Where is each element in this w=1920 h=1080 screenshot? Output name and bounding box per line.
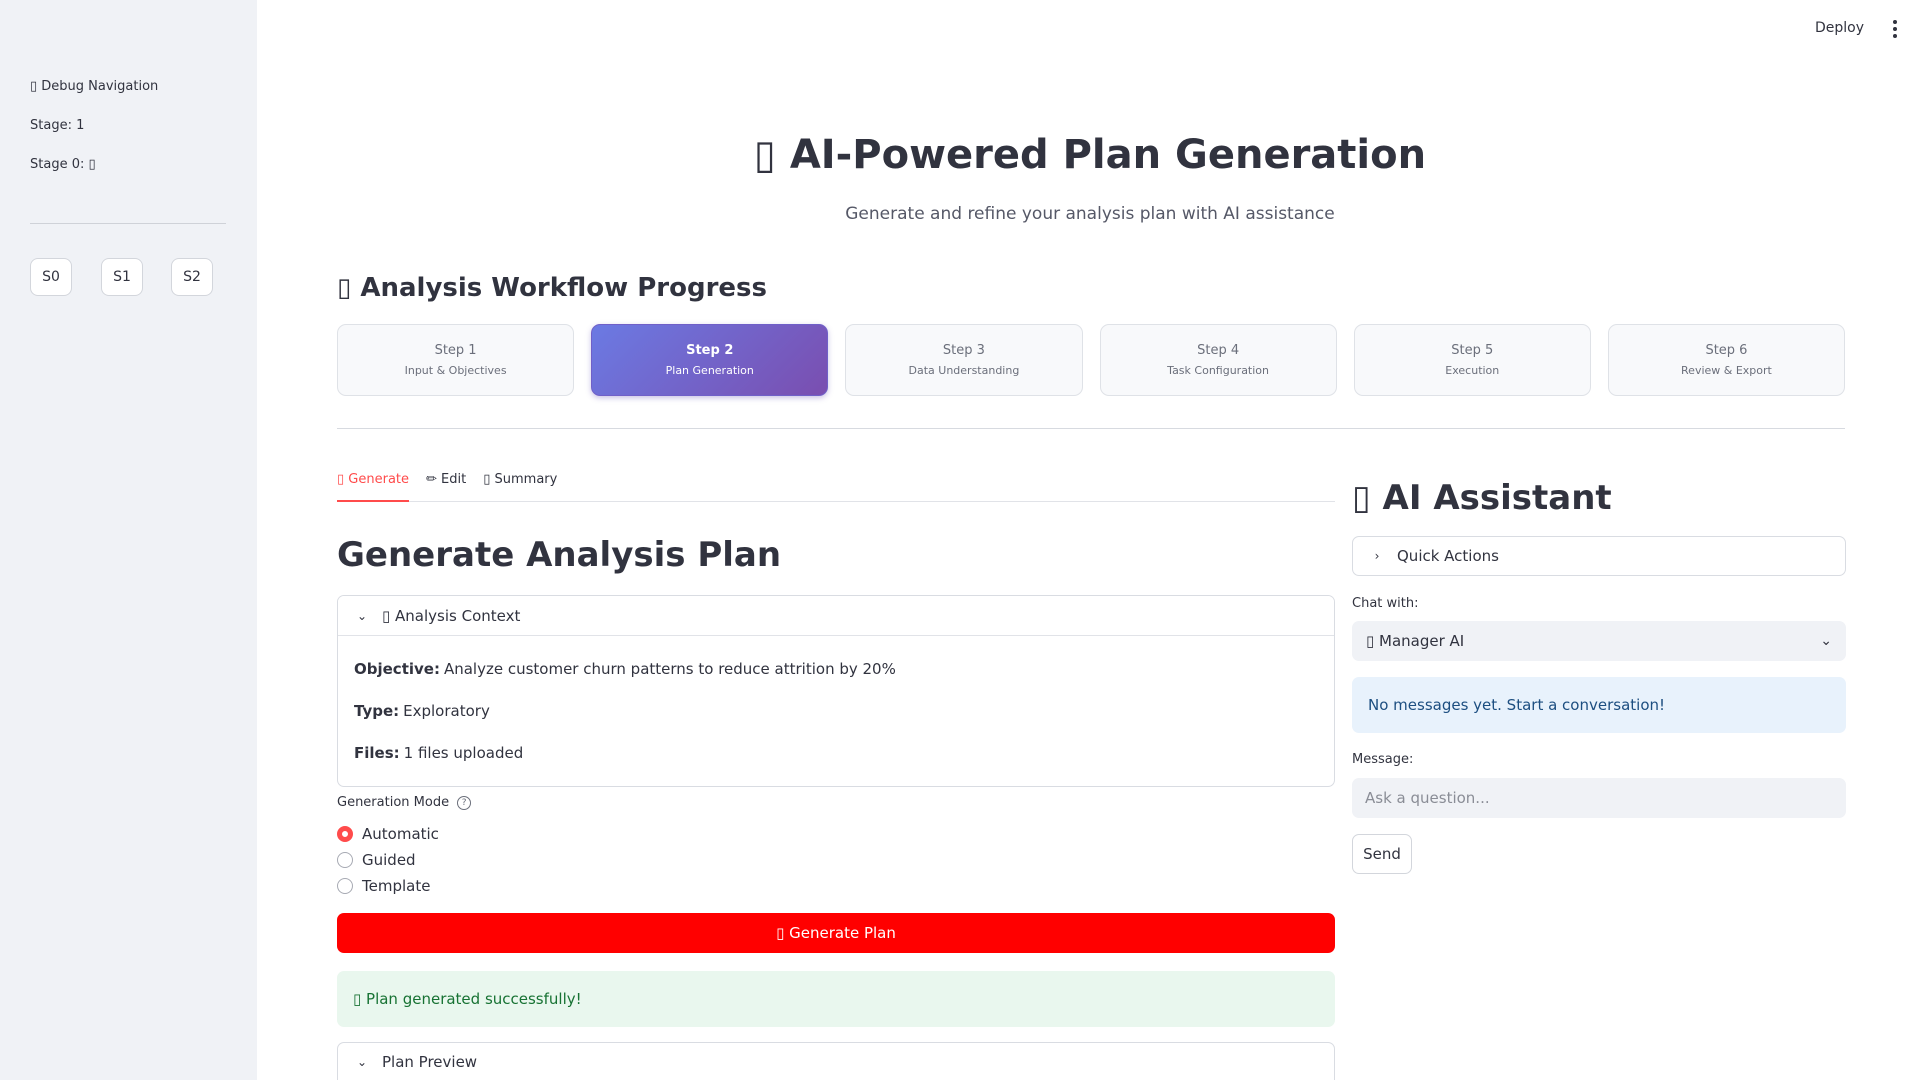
step-label: Review & Export: [1681, 364, 1772, 377]
files-line: Files: 1 files uploaded: [354, 732, 1318, 774]
stage-s1-button[interactable]: S1: [101, 258, 143, 296]
analysis-context-body: Objective: Analyze customer churn patter…: [338, 636, 1334, 786]
plan-preview-title: Plan Preview: [382, 1053, 478, 1071]
workflow-step-2: Step 2 Plan Generation: [591, 324, 829, 396]
debug-navigation-title: ▯ Debug Navigation: [30, 79, 159, 94]
step-label: Task Configuration: [1167, 364, 1270, 377]
sidebar-divider: [30, 223, 226, 224]
analysis-context-header[interactable]: ⌄ ▯ Analysis Context: [338, 596, 1334, 636]
generation-mode-text: Generation Mode: [337, 795, 450, 810]
chevron-down-icon: ⌄: [356, 1055, 368, 1069]
chevron-right-icon: ›: [1374, 549, 1380, 563]
stage0-indicator: Stage 0: ▯: [30, 157, 96, 172]
chevron-down-icon: ⌄: [356, 608, 368, 623]
radio-unselected-icon[interactable]: [337, 878, 353, 894]
analysis-context-title: ▯ Analysis Context: [382, 606, 521, 625]
quick-actions-label: Quick Actions: [1397, 547, 1499, 565]
stage-s0-button[interactable]: S0: [30, 258, 72, 296]
plan-preview-expander[interactable]: ⌄ Plan Preview: [337, 1042, 1335, 1080]
message-input[interactable]: [1352, 778, 1846, 818]
step-label: Plan Generation: [665, 364, 754, 377]
files-label: Files:: [354, 744, 400, 762]
radio-unselected-icon[interactable]: [337, 852, 353, 868]
type-value: Exploratory: [403, 702, 490, 720]
generate-heading: Generate Analysis Plan: [337, 535, 782, 575]
workflow-step-3: Step 3 Data Understanding: [845, 324, 1083, 396]
radio-automatic[interactable]: Automatic: [337, 825, 439, 843]
step-label: Execution: [1445, 364, 1500, 377]
analysis-context-expander: ⌄ ▯ Analysis Context Objective: Analyze …: [337, 595, 1335, 787]
objective-label: Objective:: [354, 660, 440, 678]
radio-label: Template: [362, 877, 431, 895]
workflow-steps: Step 1 Input & Objectives Step 2 Plan Ge…: [337, 324, 1846, 396]
step-number: Step 3: [942, 343, 985, 358]
tab-summary[interactable]: ▯ Summary: [483, 470, 557, 502]
generate-plan-button[interactable]: ▯ Generate Plan: [337, 913, 1335, 953]
chat-with-selected: ▯ Manager AI: [1366, 632, 1465, 650]
section-divider: [337, 428, 1845, 429]
chevron-down-icon: ⌄: [1820, 633, 1832, 649]
type-label: Type:: [354, 702, 400, 720]
plan-tabs: ▯ Generate ✏ Edit ▯ Summary: [337, 470, 1335, 502]
radio-guided[interactable]: Guided: [337, 851, 416, 869]
objective-line: Objective: Analyze customer churn patter…: [354, 648, 1318, 690]
ai-assistant-title: ▯ AI Assistant: [1352, 478, 1612, 518]
empty-chat-info: No messages yet. Start a conversation!: [1352, 677, 1846, 733]
workflow-step-4: Step 4 Task Configuration: [1099, 324, 1337, 396]
step-number: Step 1: [434, 343, 477, 358]
step-label: Input & Objectives: [404, 364, 507, 377]
stage-indicator: Stage: 1: [30, 118, 85, 133]
radio-label: Guided: [362, 851, 416, 869]
workflow-step-5: Step 5 Execution: [1353, 324, 1591, 396]
objective-value: Analyze customer churn patterns to reduc…: [443, 660, 896, 678]
step-label: Data Understanding: [908, 364, 1020, 377]
deploy-button[interactable]: Deploy: [1815, 20, 1864, 36]
quick-actions-expander[interactable]: › Quick Actions: [1352, 536, 1846, 576]
radio-template[interactable]: Template: [337, 877, 430, 895]
workflow-step-6: Step 6 Review & Export: [1607, 324, 1846, 396]
chat-with-label: Chat with:: [1352, 596, 1419, 611]
main-menu-icon[interactable]: [1892, 20, 1898, 38]
help-icon[interactable]: ?: [457, 795, 472, 810]
tab-generate[interactable]: ▯ Generate: [337, 470, 410, 502]
workflow-heading: ▯ Analysis Workflow Progress: [337, 273, 768, 303]
files-value: 1 files uploaded: [403, 744, 524, 762]
workflow-step-1: Step 1 Input & Objectives: [337, 324, 575, 396]
tab-edit[interactable]: ✏ Edit: [426, 470, 466, 502]
success-alert: ▯ Plan generated successfully!: [337, 971, 1335, 1027]
send-button[interactable]: Send: [1352, 834, 1412, 874]
sidebar: ▯ Debug Navigation Stage: 1 Stage 0: ▯ S…: [0, 0, 257, 1080]
chat-with-select[interactable]: ▯ Manager AI ⌄: [1352, 621, 1846, 661]
message-label: Message:: [1352, 752, 1414, 767]
type-line: Type: Exploratory: [354, 690, 1318, 732]
page-subtitle: Generate and refine your analysis plan w…: [845, 204, 1335, 224]
step-number: Step 6: [1705, 343, 1748, 358]
radio-label: Automatic: [362, 825, 439, 843]
step-number: Step 4: [1197, 343, 1240, 358]
step-number: Step 2: [686, 343, 734, 358]
generation-mode-label: Generation Mode ?: [337, 795, 472, 810]
page-title: ▯ AI-Powered Plan Generation: [753, 132, 1427, 178]
stage-s2-button[interactable]: S2: [171, 258, 213, 296]
step-number: Step 5: [1451, 343, 1494, 358]
radio-selected-icon[interactable]: [337, 826, 353, 842]
